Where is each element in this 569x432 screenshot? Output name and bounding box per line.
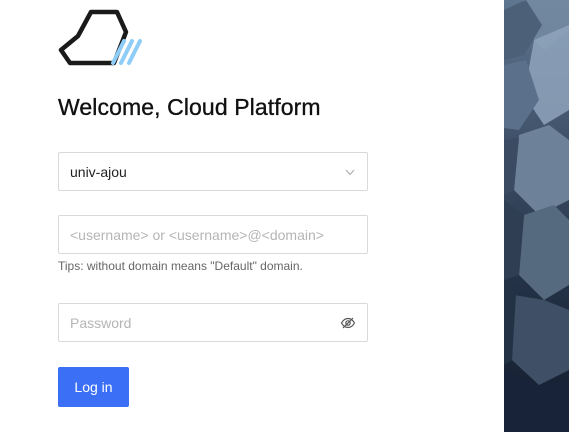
login-button[interactable]: Log in — [58, 367, 129, 407]
password-input[interactable] — [70, 304, 340, 341]
eye-off-icon[interactable] — [340, 315, 356, 331]
username-field-wrapper — [58, 215, 368, 254]
username-input[interactable] — [70, 216, 356, 253]
cloud-platform-logo — [58, 8, 148, 66]
page-title: Welcome, Cloud Platform — [58, 94, 321, 120]
hexagon-pattern-image — [504, 0, 569, 432]
background-image — [504, 0, 569, 432]
domain-select-value: univ-ajou — [70, 163, 127, 180]
chevron-down-icon — [344, 166, 356, 178]
password-field-wrapper — [58, 303, 368, 342]
domain-select[interactable]: univ-ajou — [58, 152, 368, 191]
username-tips: Tips: without domain means "Default" dom… — [58, 259, 303, 273]
cloud-platform-logo-icon — [58, 9, 142, 66]
